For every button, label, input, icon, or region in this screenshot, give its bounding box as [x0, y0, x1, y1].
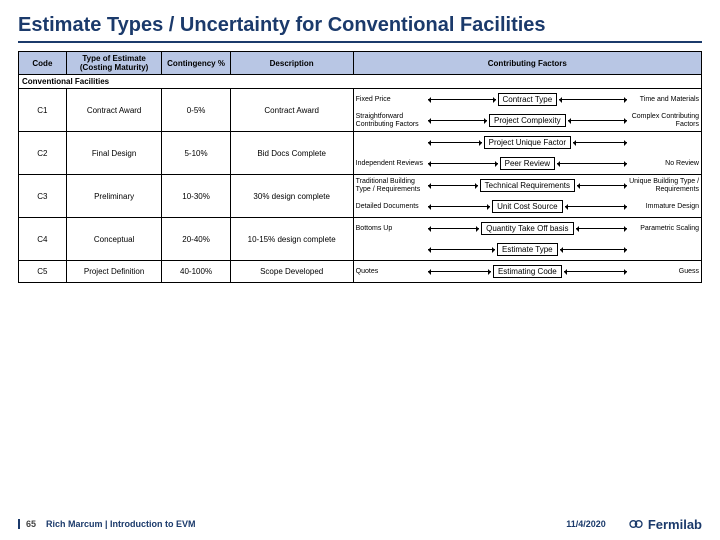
- factor-cell: Quotes Estimating Code Guess: [353, 261, 701, 283]
- table-cell: Final Design: [66, 132, 162, 175]
- table-cell: 10-30%: [162, 175, 230, 218]
- table-cell: 20-40%: [162, 218, 230, 261]
- slide-title: Estimate Types / Uncertainty for Convent…: [18, 14, 702, 43]
- estimate-table: Code Type of Estimate (Costing Maturity)…: [18, 51, 702, 283]
- arrow-icon: [428, 185, 478, 186]
- factor-right: Immature Design: [629, 203, 699, 210]
- table-cell: 5-10%: [162, 132, 230, 175]
- factor-mid: Technical Requirements: [480, 179, 575, 192]
- arrow-icon: [428, 228, 479, 229]
- table-cell: Preliminary: [66, 175, 162, 218]
- factor-left: Quotes: [356, 268, 426, 275]
- factor-right: Unique Building Type / Requirements: [629, 178, 699, 193]
- slide-date: 11/4/2020: [566, 519, 606, 529]
- table-cell: 30% design complete: [230, 175, 353, 218]
- factor-cell: Fixed Price Contract Type Time and Mater…: [353, 89, 701, 111]
- brand-text: Fermilab: [648, 517, 702, 532]
- arrow-icon: [428, 163, 498, 164]
- arrow-icon: [577, 185, 627, 186]
- slide-footer: 65 Rich Marcum | Introduction to EVM 11/…: [0, 516, 720, 532]
- table-cell: Bid Docs Complete: [230, 132, 353, 175]
- table-cell: 40-100%: [162, 261, 230, 283]
- table-cell: C4: [19, 218, 67, 261]
- table-cell: C3: [19, 175, 67, 218]
- th-code: Code: [19, 52, 67, 75]
- factor-mid: Project Unique Factor: [484, 136, 571, 149]
- factor-right: Complex Contributing Factors: [629, 113, 699, 128]
- factor-mid: Peer Review: [500, 157, 555, 170]
- arrow-icon: [428, 120, 487, 121]
- table-cell: 10-15% design complete: [230, 218, 353, 261]
- arrow-icon: [576, 228, 627, 229]
- brand-logo: Fermilab: [628, 516, 702, 532]
- fermilab-icon: [628, 516, 644, 532]
- factor-mid: Unit Cost Source: [492, 200, 562, 213]
- table-cell: C1: [19, 89, 67, 132]
- section-heading: Conventional Facilities: [19, 75, 702, 89]
- arrow-icon: [557, 163, 627, 164]
- page-number: 65: [18, 519, 36, 529]
- factor-cell: Independent Reviews Peer Review No Revie…: [353, 153, 701, 175]
- table-cell: C2: [19, 132, 67, 175]
- factor-cell: Straightforward Contributing Factors Pro…: [353, 110, 701, 132]
- th-factors: Contributing Factors: [353, 52, 701, 75]
- th-type: Type of Estimate (Costing Maturity): [66, 52, 162, 75]
- table-cell: C5: [19, 261, 67, 283]
- factor-mid: Quantity Take Off basis: [481, 222, 573, 235]
- factor-right: Time and Materials: [629, 96, 699, 103]
- factor-cell: Estimate Type: [353, 239, 701, 261]
- arrow-icon: [428, 142, 482, 143]
- table-cell: Scope Developed: [230, 261, 353, 283]
- th-desc: Description: [230, 52, 353, 75]
- factor-mid: Project Complexity: [489, 114, 566, 127]
- factor-mid: Estimating Code: [493, 265, 562, 278]
- factor-mid: Estimate Type: [497, 243, 558, 256]
- table-cell: Project Definition: [66, 261, 162, 283]
- factor-cell: Traditional Building Type / Requirements…: [353, 175, 701, 197]
- factor-cell: Bottoms Up Quantity Take Off basis Param…: [353, 218, 701, 240]
- table-cell: Conceptual: [66, 218, 162, 261]
- factor-cell: Detailed Documents Unit Cost Source Imma…: [353, 196, 701, 218]
- factor-left: Traditional Building Type / Requirements: [356, 178, 426, 193]
- arrow-icon: [564, 271, 627, 272]
- factor-right: Guess: [629, 268, 699, 275]
- factor-left: Independent Reviews: [356, 160, 426, 167]
- table-cell: 0-5%: [162, 89, 230, 132]
- arrow-icon: [428, 271, 491, 272]
- arrow-icon: [428, 249, 495, 250]
- factor-left: Straightforward Contributing Factors: [356, 113, 426, 128]
- arrow-icon: [428, 99, 496, 100]
- arrow-icon: [573, 142, 627, 143]
- factor-mid: Contract Type: [498, 93, 558, 106]
- arrow-icon: [559, 99, 627, 100]
- arrow-icon: [565, 206, 627, 207]
- factor-left: Detailed Documents: [356, 203, 426, 210]
- table-cell: Contract Award: [230, 89, 353, 132]
- arrow-icon: [568, 120, 627, 121]
- table-cell: Contract Award: [66, 89, 162, 132]
- factor-cell: Project Unique Factor: [353, 132, 701, 154]
- arrow-icon: [560, 249, 627, 250]
- factor-right: No Review: [629, 160, 699, 167]
- factor-left: Fixed Price: [356, 96, 426, 103]
- presenter-text: Rich Marcum | Introduction to EVM: [46, 519, 196, 529]
- factor-right: Parametric Scaling: [629, 225, 699, 232]
- factor-left: Bottoms Up: [356, 225, 426, 232]
- th-cont: Contingency %: [162, 52, 230, 75]
- arrow-icon: [428, 206, 490, 207]
